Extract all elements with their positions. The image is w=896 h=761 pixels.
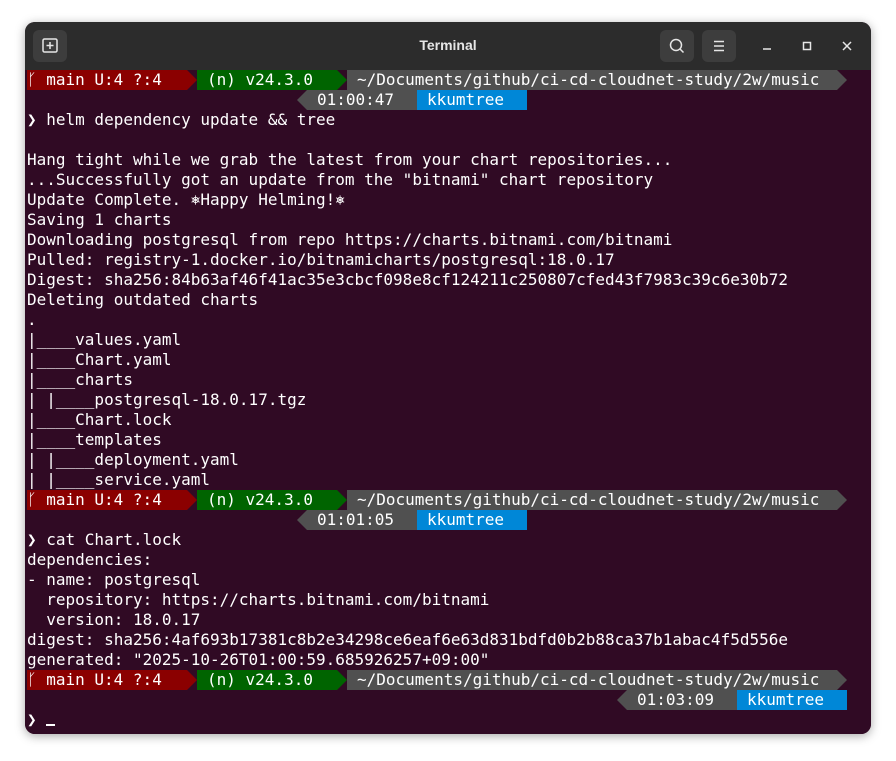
output-line: dependencies:	[27, 550, 153, 569]
user-segment: kkumtree	[417, 90, 527, 110]
prompt-line: ᚴ main U:4 ?:4 (n) v24.3.0 ~/Documents/g…	[27, 490, 847, 510]
output-line: Saving 1 charts	[27, 210, 172, 229]
output-line: |____charts	[27, 370, 133, 389]
segment-separator	[837, 670, 847, 690]
git-status-segment: ᚴ main U:4 ?:4	[27, 70, 187, 90]
prompt-symbol: ❯	[27, 710, 47, 729]
output-line: Deleting outdated charts	[27, 290, 259, 309]
user-segment: kkumtree	[737, 690, 847, 710]
prompt-right-line: 01:00:47 kkumtree	[27, 90, 527, 110]
menu-button[interactable]	[702, 30, 736, 62]
search-icon	[669, 38, 685, 54]
maximize-button[interactable]	[797, 36, 817, 56]
terminal-output[interactable]: ᚴ main U:4 ?:4 (n) v24.3.0 ~/Documents/g…	[25, 70, 871, 734]
output-line: | |____postgresql-18.0.17.tgz	[27, 390, 307, 409]
text-cursor	[46, 724, 56, 726]
segment-separator	[337, 670, 347, 690]
output-line: Downloading postgresql from repo https:/…	[27, 230, 673, 249]
input-line[interactable]: ❯	[27, 710, 56, 730]
output-line: |____Chart.lock	[27, 410, 172, 429]
minimize-icon	[763, 48, 771, 50]
path-segment: ~/Documents/github/ci-cd-cloudnet-study/…	[347, 70, 837, 90]
title-bar: Terminal	[25, 22, 871, 70]
segment-separator	[337, 490, 347, 510]
segment-separator	[837, 70, 847, 90]
output-line: version: 18.0.17	[27, 610, 201, 629]
segment-separator	[337, 70, 347, 90]
output-line: generated: "2025-10-26T01:00:59.68592625…	[27, 650, 490, 669]
output-line: .	[27, 310, 37, 329]
output-line: repository: https://charts.bitnami.com/b…	[27, 590, 490, 609]
segment-separator	[617, 690, 627, 710]
window-title: Terminal	[419, 37, 477, 53]
output-line: Update Complete. ⎈Happy Helming!⎈	[27, 190, 345, 209]
time-segment: 01:00:47	[307, 90, 417, 110]
node-version-segment: (n) v24.3.0	[197, 670, 337, 690]
prompt-line: ᚴ main U:4 ?:4 (n) v24.3.0 ~/Documents/g…	[27, 670, 847, 690]
search-button[interactable]	[660, 30, 694, 62]
git-status-segment: ᚴ main U:4 ?:4	[27, 670, 187, 690]
prompt-right-line: 01:03:09 kkumtree	[27, 690, 847, 710]
segment-separator	[187, 70, 197, 90]
close-button[interactable]	[837, 36, 857, 56]
time-segment: 01:01:05	[307, 510, 417, 530]
output-line: |____values.yaml	[27, 330, 182, 349]
segment-separator	[297, 510, 307, 530]
output-line: ...Successfully got an update from the "…	[27, 170, 654, 189]
output-line: Digest: sha256:84b63af46f41ac35e3cbcf098…	[27, 270, 788, 289]
output-line: Pulled: registry-1.docker.io/bitnamichar…	[27, 250, 615, 269]
output-line: - name: postgresql	[27, 570, 201, 589]
path-segment: ~/Documents/github/ci-cd-cloudnet-study/…	[347, 490, 837, 510]
output-line: digest: sha256:4af693b17381c8b2e34298ce6…	[27, 630, 788, 649]
terminal-window: Terminal ᚴ main U:4 ?:4 (n) v24.3.0 ~/Do…	[25, 22, 871, 734]
prompt-line: ᚴ main U:4 ?:4 (n) v24.3.0 ~/Documents/g…	[27, 70, 847, 90]
output-line: Hang tight while we grab the latest from…	[27, 150, 673, 169]
output-line: |____templates	[27, 430, 162, 449]
command-line: ❯ helm dependency update && tree	[27, 110, 336, 129]
segment-separator	[837, 490, 847, 510]
user-segment: kkumtree	[417, 510, 527, 530]
node-version-segment: (n) v24.3.0	[197, 490, 337, 510]
prompt-right-line: 01:01:05 kkumtree	[27, 510, 527, 530]
time-segment: 01:03:09	[627, 690, 737, 710]
output-line: | |____deployment.yaml	[27, 450, 239, 469]
hamburger-menu-icon	[714, 40, 724, 52]
minimize-button[interactable]	[757, 36, 777, 56]
path-segment: ~/Documents/github/ci-cd-cloudnet-study/…	[347, 670, 837, 690]
maximize-icon	[802, 41, 812, 51]
git-status-segment: ᚴ main U:4 ?:4	[27, 490, 187, 510]
command-line: ❯ cat Chart.lock	[27, 530, 182, 549]
node-version-segment: (n) v24.3.0	[197, 70, 337, 90]
segment-separator	[187, 490, 197, 510]
segment-separator	[187, 670, 197, 690]
output-line: |____Chart.yaml	[27, 350, 172, 369]
segment-separator	[297, 90, 307, 110]
output-line: | |____service.yaml	[27, 470, 211, 489]
close-icon	[842, 41, 852, 51]
